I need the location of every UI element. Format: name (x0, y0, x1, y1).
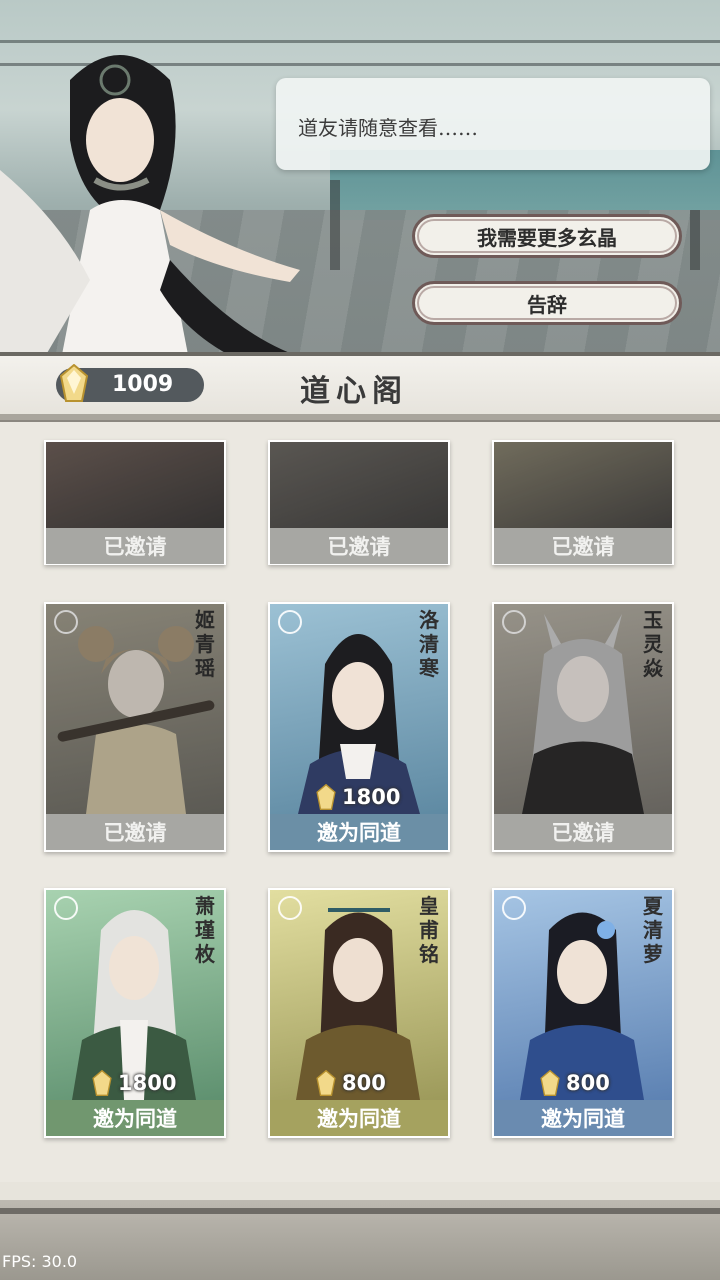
page-title: 道心阁 (300, 374, 408, 409)
crystal-count: 1009 (112, 372, 174, 397)
character-card[interactable]: 玉灵焱 已邀请 (492, 602, 674, 852)
crystal-icon (316, 1070, 336, 1096)
character-art (270, 442, 448, 528)
character-name: 萧瑾枚 (195, 894, 215, 966)
character-name: 玉灵焱 (643, 608, 663, 680)
character-art: 皇甫铭 800 (270, 890, 448, 1100)
character-name: 洛清寒 (419, 608, 439, 680)
character-art (46, 442, 224, 528)
character-name: 姬青瑶 (195, 608, 215, 680)
crystal-icon (540, 1070, 560, 1096)
moon-icon (502, 610, 526, 634)
dialog-box: 道友请随意查看…… (276, 78, 710, 170)
price-value: 1800 (118, 1071, 177, 1095)
moon-icon (278, 896, 302, 920)
sword-icon (54, 896, 78, 920)
character-card[interactable]: 已邀请 (268, 440, 450, 565)
dialog-text: 道友请随意查看…… (298, 116, 478, 140)
crystal-icon (60, 364, 88, 402)
price-value: 800 (566, 1071, 610, 1095)
character-card[interactable]: 皇甫铭 800 邀为同道 (268, 888, 450, 1138)
character-card[interactable]: 已邀请 (44, 440, 226, 565)
price-tag: 1800 (92, 1068, 176, 1098)
character-name: 夏清萝 (643, 894, 663, 966)
price-tag: 800 (316, 1068, 386, 1098)
pillar (690, 210, 700, 270)
character-card[interactable]: 洛清寒 1800 邀为同道 (268, 602, 450, 852)
character-card[interactable]: 萧瑾枚 1800 邀为同道 (44, 888, 226, 1138)
price-value: 1800 (342, 785, 401, 809)
invite-button[interactable]: 邀为同道 (494, 1100, 672, 1136)
price-tag: 1800 (316, 782, 400, 812)
fps-counter: FPS: 30.0 (2, 1252, 78, 1271)
character-card[interactable]: 已邀请 (492, 440, 674, 565)
character-art: 萧瑾枚 1800 (46, 890, 224, 1100)
character-art: 玉灵焱 (494, 604, 672, 814)
npc-portrait (0, 55, 310, 365)
character-name: 皇甫铭 (419, 894, 439, 966)
price-tag: 800 (540, 1068, 610, 1098)
invite-button[interactable]: 邀为同道 (270, 814, 448, 850)
character-art: 夏清萝 800 (494, 890, 672, 1100)
crystal-icon (316, 784, 336, 810)
leave-button[interactable]: 告辞 (412, 281, 682, 325)
invited-label: 已邀请 (46, 814, 224, 850)
panel-footer (0, 1200, 720, 1280)
invite-button[interactable]: 邀为同道 (46, 1100, 224, 1136)
more-crystals-button[interactable]: 我需要更多玄晶 (412, 214, 682, 258)
character-card[interactable]: 姬青瑶 已邀请 (44, 602, 226, 852)
sword-icon (502, 896, 526, 920)
invited-label: 已邀请 (494, 814, 672, 850)
invited-label: 已邀请 (270, 528, 448, 564)
character-art: 洛清寒 1800 (270, 604, 448, 814)
invite-button[interactable]: 邀为同道 (270, 1100, 448, 1136)
character-card[interactable]: 夏清萝 800 邀为同道 (492, 888, 674, 1138)
character-art: 姬青瑶 (46, 604, 224, 814)
element-icon (54, 610, 78, 634)
sword-icon (278, 610, 302, 634)
invited-label: 已邀请 (46, 528, 224, 564)
price-value: 800 (342, 1071, 386, 1095)
invited-label: 已邀请 (494, 528, 672, 564)
crystal-icon (92, 1070, 112, 1096)
character-art (494, 442, 672, 528)
